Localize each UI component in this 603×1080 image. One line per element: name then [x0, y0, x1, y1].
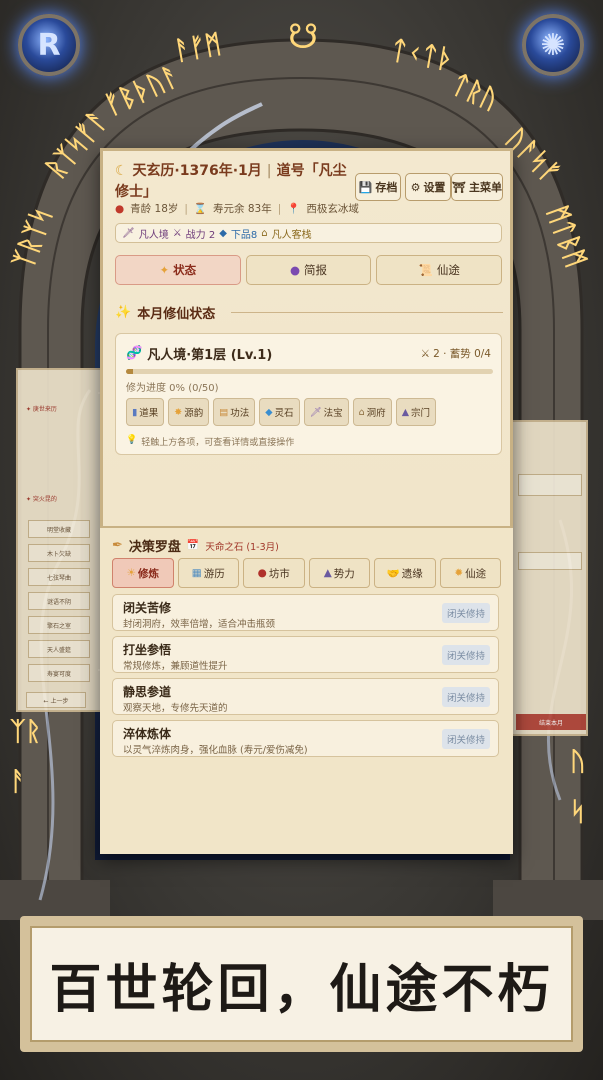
banner-text: 百世轮回，仙途不朽 [30, 926, 573, 1042]
main-menu-button[interactable]: ⛩ 主菜单 [451, 173, 503, 201]
compass-tabs: ☀ 修炼 ▦ 游历 ● 坊市 ▲ 势力 🤝 遗缘 ✹ 仙途 [112, 558, 501, 588]
dna-icon: 🧬 [126, 346, 143, 361]
brush-icon: ✒ [112, 538, 123, 553]
svg-text:ᛋ: ᛋ [570, 797, 586, 827]
house-icon: ⌂ [261, 227, 268, 239]
gear-icon: ⚙ [410, 180, 421, 194]
handshake-icon: 🤝 [386, 567, 400, 580]
prev-button[interactable]: ← 上一步 [26, 692, 86, 708]
side-row[interactable]: 谜语不阴 [28, 592, 90, 610]
item-gongfa[interactable]: ▤ 功法 [213, 398, 256, 426]
book-icon: ▤ [219, 406, 229, 418]
action-button[interactable]: 闭关修持 [442, 645, 490, 665]
settings-button[interactable]: ⚙ 设置 [405, 173, 451, 201]
lightbulb-icon: 💡 [126, 435, 138, 445]
moon-icon: ☾ [115, 163, 128, 179]
sparkle-icon: ✨ [115, 305, 132, 320]
scroll-icon: 📜 [418, 263, 433, 277]
calendar-icon: 📅 [186, 540, 200, 551]
promo-banner: 百世轮回，仙途不朽 [20, 916, 583, 1052]
section-title: ✨ 本月修仙状态 [115, 305, 216, 322]
tab-status[interactable]: ✦ 状态 [115, 255, 241, 285]
left-side-panel: ✦ 庚世来历 ✦ 突火昆的 明堂收藏 木卜欠缺 七弦琴曲 谜语不阴 擎石之室 天人盛筵 寿宴… [16, 368, 102, 712]
info-bar: 🗡 凡人境 ⚔ 战力 2 ◆ 下品8 ⌂ 凡人客栈 [115, 223, 502, 243]
era-text: 天玄历·1376年·1月 [132, 163, 262, 179]
item-yuanyun[interactable]: ✸ 源韵 [168, 398, 210, 426]
map-icon: ▦ [191, 567, 202, 579]
svg-text:☋: ☋ [288, 17, 318, 57]
location-pin-icon: 📍 [287, 203, 301, 215]
progress-fill [126, 369, 134, 374]
tab-immortal-path[interactable]: ✹ 仙途 [439, 558, 501, 588]
cave-icon: ⌂ [358, 406, 365, 418]
page-title: ☾ 天玄历·1376年·1月 | 道号「凡尘修士」 [115, 163, 347, 200]
temple-icon: ⛩ [452, 180, 466, 194]
tab-path[interactable]: 📜 仙途 [376, 255, 503, 285]
save-button[interactable]: 💾 存档 [355, 173, 401, 201]
orb-right-icon: ✺ [522, 14, 584, 76]
sparkle-icon: ✦ [159, 263, 170, 277]
action-item[interactable]: 静思参道 观察天地，专修先天道的 闭关修持 [112, 678, 499, 715]
sun-icon: ✸ [174, 406, 183, 418]
sword-icon: 🗡 [122, 227, 135, 239]
action-item[interactable]: 闭关苦修 封闭洞府，效率倍增，适合冲击瓶颈 闭关修持 [112, 594, 499, 631]
svg-text:ᚨ: ᚨ [10, 767, 26, 797]
item-fabao[interactable]: 🗡 法宝 [303, 398, 349, 426]
status-card: 🧬 凡人境·第1层 (Lv.1) ⚔ 2 · 蓄势 0/4 修为进度 0% (0… [115, 333, 502, 455]
decision-compass: ✒ 决策罗盘 📅 天命之石 (1-3月) ☀ 修炼 ▦ 游历 ● 坊市 ▲ 势力 🤝 遗缘… [100, 526, 513, 854]
divider [231, 312, 503, 313]
crossed-swords-icon: ⚔ [172, 227, 182, 239]
svg-text:ᛉᚱ: ᛉᚱ [10, 717, 41, 747]
temple-icon: ▲ [323, 567, 332, 579]
item-zongmen[interactable]: ▲ 宗门 [395, 398, 437, 426]
tab-travel[interactable]: ▦ 游历 [177, 558, 239, 588]
action-button[interactable]: 闭关修持 [442, 729, 490, 749]
side-row[interactable]: 擎石之室 [28, 616, 90, 634]
tab-report[interactable]: ● 简报 [245, 255, 372, 285]
momentum: ⚔ 2 · 蓄势 0/4 [420, 347, 491, 361]
orb-icon: ● [289, 263, 301, 277]
item-daoguo[interactable]: ▮ 道果 [126, 398, 165, 426]
main-tabs: ✦ 状态 ● 简报 📜 仙途 [115, 255, 503, 285]
action-button[interactable]: 闭关修持 [442, 603, 490, 623]
age-icon: ● [115, 202, 125, 215]
right-side-panel: 结束本月 [510, 420, 588, 736]
pouch-icon: ● [257, 567, 267, 579]
character-meta: ● 青龄 18岁 | ⌛ 寿元余 83年 | 📍 西极玄冰域 [115, 202, 359, 216]
realm-level: 🧬 凡人境·第1层 (Lv.1) [126, 346, 273, 363]
status-items: ▮ 道果 ✸ 源韵 ▤ 功法 ◆ 灵石 🗡 法宝 ⌂ 洞府 ▲ 宗门 [126, 398, 437, 426]
side-row[interactable]: 天人盛筵 [28, 640, 90, 658]
action-button[interactable]: 闭关修持 [442, 687, 490, 707]
chart-icon: ▮ [132, 406, 138, 418]
orb-left-icon: R [18, 14, 80, 76]
progress-label: 修为进度 0% (0/50) [126, 383, 219, 394]
save-icon: 💾 [358, 180, 373, 194]
action-item[interactable]: 打坐参悟 常规修炼，兼顾道性提升 闭关修持 [112, 636, 499, 673]
tab-market[interactable]: ● 坊市 [243, 558, 305, 588]
tab-legacy[interactable]: 🤝 遗缘 [374, 558, 436, 588]
sword-icon: 🗡 [309, 406, 322, 418]
side-row[interactable]: 寿宴可度 [28, 664, 90, 682]
hint-text: 💡 轻触上方各项，可查看详情或直接操作 [126, 435, 295, 448]
action-item[interactable]: 淬体炼体 以灵气淬炼肉身，强化血脉 (寿元/爱伤减免) 闭关修持 [112, 720, 499, 757]
tab-cultivate[interactable]: ☀ 修炼 [112, 558, 174, 588]
tab-faction[interactable]: ▲ 势力 [308, 558, 370, 588]
side-row[interactable]: 七弦琴曲 [28, 568, 90, 586]
sect-icon: ▲ [401, 406, 409, 418]
crossed-swords-icon: ⚔ [420, 347, 431, 360]
svg-text:ᚢ: ᚢ [570, 747, 586, 777]
hourglass-icon: ⌛ [193, 203, 207, 215]
side-row[interactable]: 明堂收藏 [28, 520, 90, 538]
item-lingshi[interactable]: ◆ 灵石 [259, 398, 300, 426]
sunburst-icon: ✹ [454, 567, 464, 579]
compass-title: ✒ 决策罗盘 📅 天命之石 (1-3月) [112, 538, 279, 555]
cultivation-progress-bar [126, 369, 493, 374]
gem-icon: ◆ [265, 406, 273, 418]
gem-icon: ◆ [219, 227, 227, 239]
sun-icon: ☀ [126, 567, 136, 579]
item-dongfu[interactable]: ⌂ 洞府 [352, 398, 392, 426]
end-month-button[interactable]: 结束本月 [516, 714, 586, 730]
side-row[interactable]: 木卜欠缺 [28, 544, 90, 562]
